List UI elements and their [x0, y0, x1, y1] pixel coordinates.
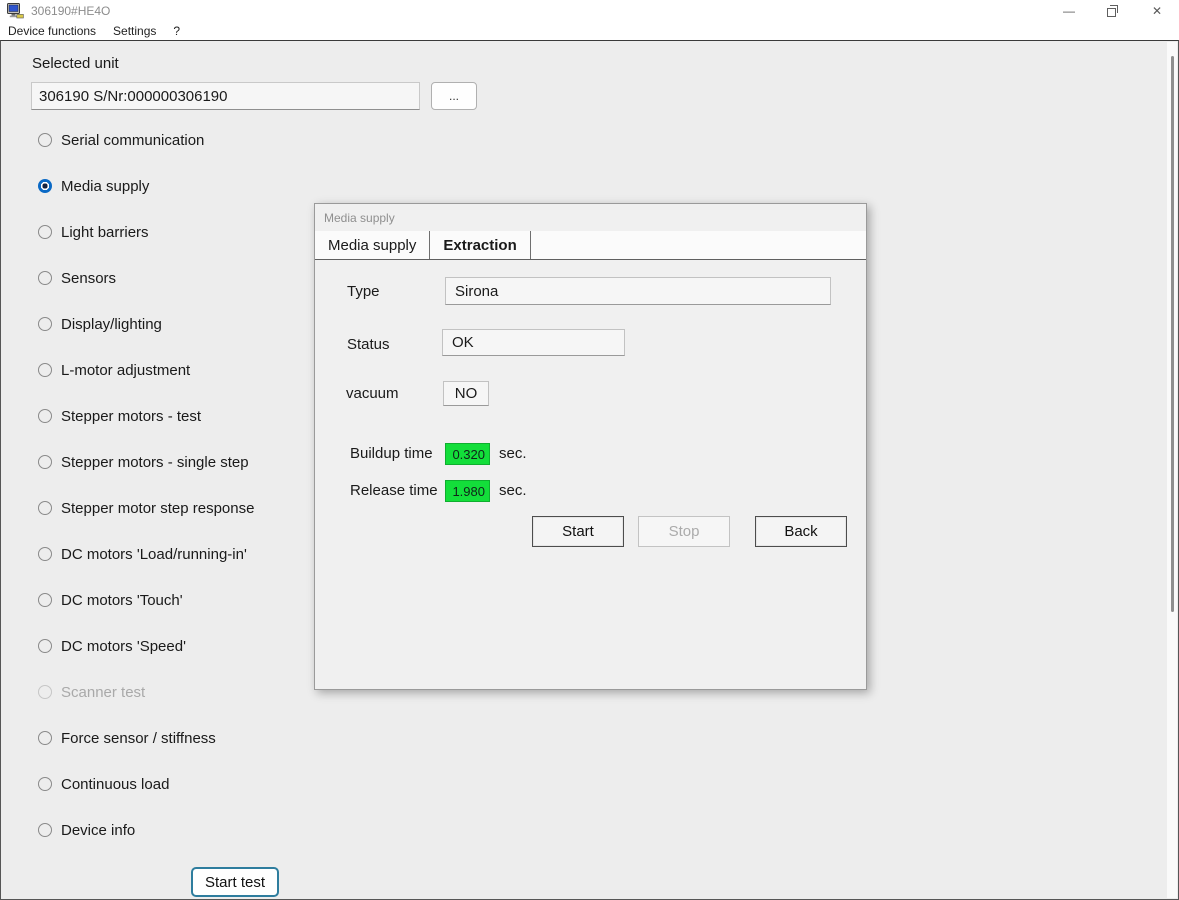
tab-media-supply[interactable]: Media supply [315, 231, 430, 259]
option-label: Device info [61, 822, 135, 839]
option-label: Media supply [61, 178, 149, 195]
option-media-supply[interactable]: Media supply [38, 163, 254, 209]
option-serial-communication[interactable]: Serial communication [38, 117, 254, 163]
media-supply-dialog: Media supply Media supply Extraction Typ… [314, 203, 867, 690]
radio-icon [38, 363, 52, 377]
radio-icon [38, 593, 52, 607]
buildup-time-value: 0.320 [445, 443, 490, 465]
radio-icon [38, 455, 52, 469]
buildup-time-unit: sec. [499, 445, 527, 462]
menu-settings[interactable]: Settings [113, 24, 156, 38]
option-label: DC motors 'Load/running-in' [61, 546, 247, 563]
status-label: Status [347, 336, 390, 353]
selected-unit-field[interactable]: 306190 S/Nr:000000306190 [31, 82, 420, 110]
client-area: Selected unit 306190 S/Nr:000000306190 .… [0, 40, 1179, 900]
dialog-title: Media supply [324, 211, 395, 225]
option-stepper-motor-step-response[interactable]: Stepper motor step response [38, 485, 254, 531]
window-controls: — ✕ [1047, 0, 1179, 21]
type-field: Sirona [445, 277, 831, 305]
app-window: 306190#HE4O — ✕ Device functions Setting… [0, 0, 1179, 900]
radio-icon [38, 317, 52, 331]
test-option-list: Serial communication Media supply Light … [38, 117, 254, 853]
radio-icon [38, 179, 52, 193]
option-dc-motors-touch[interactable]: DC motors 'Touch' [38, 577, 254, 623]
restore-button[interactable] [1091, 0, 1135, 21]
dialog-tabstrip: Media supply Extraction [315, 231, 866, 260]
selected-unit-label: Selected unit [32, 55, 119, 72]
option-light-barriers[interactable]: Light barriers [38, 209, 254, 255]
option-label: Scanner test [61, 684, 145, 701]
option-label: Stepper motors - single step [61, 454, 249, 471]
tab-extraction[interactable]: Extraction [430, 231, 530, 259]
option-stepper-motors-test[interactable]: Stepper motors - test [38, 393, 254, 439]
restore-icon [1107, 5, 1119, 17]
option-force-sensor-stiffness[interactable]: Force sensor / stiffness [38, 715, 254, 761]
option-label: Display/lighting [61, 316, 162, 333]
option-label: Light barriers [61, 224, 149, 241]
window-title: 306190#HE4O [31, 4, 110, 18]
option-label: DC motors 'Speed' [61, 638, 186, 655]
option-label: Force sensor / stiffness [61, 730, 216, 747]
option-label: DC motors 'Touch' [61, 592, 183, 609]
menu-device-functions[interactable]: Device functions [8, 24, 96, 38]
buildup-time-label: Buildup time [350, 445, 433, 462]
vacuum-field: NO [443, 381, 489, 406]
radio-icon [38, 731, 52, 745]
radio-icon [38, 777, 52, 791]
radio-icon [38, 639, 52, 653]
radio-icon [38, 225, 52, 239]
radio-icon [38, 409, 52, 423]
option-l-motor-adjustment[interactable]: L-motor adjustment [38, 347, 254, 393]
start-test-button[interactable]: Start test [191, 867, 279, 897]
radio-icon [38, 823, 52, 837]
radio-icon [38, 685, 52, 699]
minimize-icon: — [1063, 4, 1075, 18]
option-label: Continuous load [61, 776, 169, 793]
menu-help[interactable]: ? [173, 24, 180, 38]
radio-icon [38, 133, 52, 147]
menubar: Device functions Settings ? [0, 21, 1179, 40]
browse-button[interactable]: ... [431, 82, 477, 110]
close-button[interactable]: ✕ [1135, 0, 1179, 21]
release-time-label: Release time [350, 482, 438, 499]
scrollbar-track[interactable] [1167, 42, 1177, 898]
option-device-info[interactable]: Device info [38, 807, 254, 853]
release-time-unit: sec. [499, 482, 527, 499]
radio-icon [38, 501, 52, 515]
option-display-lighting[interactable]: Display/lighting [38, 301, 254, 347]
status-field: OK [442, 329, 625, 356]
release-time-value: 1.980 [445, 480, 490, 502]
scrollbar-thumb[interactable] [1171, 56, 1174, 612]
start-button[interactable]: Start [532, 516, 624, 547]
option-label: Stepper motors - test [61, 408, 201, 425]
option-label: Stepper motor step response [61, 500, 254, 517]
app-icon [7, 3, 24, 19]
option-label: L-motor adjustment [61, 362, 190, 379]
option-scanner-test: Scanner test [38, 669, 254, 715]
radio-icon [38, 547, 52, 561]
type-label: Type [347, 283, 380, 300]
vacuum-label: vacuum [346, 385, 399, 402]
close-icon: ✕ [1152, 4, 1162, 18]
titlebar: 306190#HE4O — ✕ [0, 0, 1179, 21]
option-label: Serial communication [61, 132, 204, 149]
back-button[interactable]: Back [755, 516, 847, 547]
option-dc-motors-speed[interactable]: DC motors 'Speed' [38, 623, 254, 669]
stop-button: Stop [638, 516, 730, 547]
option-label: Sensors [61, 270, 116, 287]
option-stepper-motors-single-step[interactable]: Stepper motors - single step [38, 439, 254, 485]
minimize-button[interactable]: — [1047, 0, 1091, 21]
option-continuous-load[interactable]: Continuous load [38, 761, 254, 807]
option-sensors[interactable]: Sensors [38, 255, 254, 301]
radio-icon [38, 271, 52, 285]
option-dc-motors-load[interactable]: DC motors 'Load/running-in' [38, 531, 254, 577]
